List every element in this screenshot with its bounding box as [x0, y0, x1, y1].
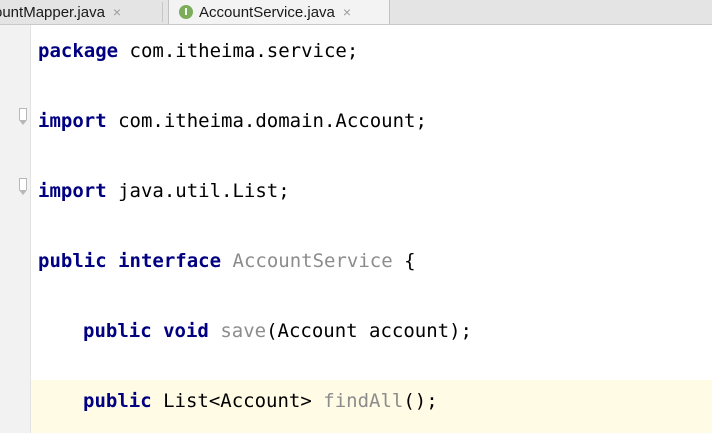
package-name: com.itheima.service; — [118, 40, 359, 62]
editor-gutter[interactable] — [0, 25, 31, 433]
code-line-package[interactable]: package com.itheima.service; — [38, 39, 358, 63]
interface-name: AccountService — [232, 250, 393, 272]
code-line-import-account[interactable]: import com.itheima.domain.Account; — [38, 109, 427, 133]
tab-label: AccountService.java — [199, 3, 335, 21]
code-line-interface-declaration[interactable]: public interface AccountService { — [38, 249, 416, 273]
method-params: (Account account); — [266, 320, 472, 342]
method-name: findAll — [323, 390, 404, 412]
keyword: public — [83, 320, 152, 342]
method-params: (); — [403, 390, 438, 412]
interface-icon: I — [179, 5, 193, 19]
keyword: public — [83, 390, 152, 412]
return-type: List<Account> — [163, 390, 312, 412]
keyword: interface — [118, 250, 222, 272]
import-path: com.itheima.domain.Account; — [106, 110, 427, 132]
tab-account-service[interactable]: I AccountService.java × — [168, 0, 390, 24]
code-line-import-list[interactable]: import java.util.List; — [38, 179, 290, 203]
keyword: import — [38, 110, 107, 132]
keyword: import — [38, 180, 107, 202]
method-name: save — [220, 320, 267, 342]
tab-label: ountMapper.java — [0, 3, 105, 21]
import-path: java.util.List; — [106, 180, 290, 202]
code-line-findall-method[interactable]: public List<Account> findAll(); — [83, 389, 438, 413]
editor-tab-bar: ountMapper.java × I AccountService.java … — [0, 0, 712, 25]
tab-divider — [162, 2, 163, 22]
keyword: void — [163, 320, 209, 342]
code-editor[interactable]: package com.itheima.service; import com.… — [31, 25, 712, 433]
open-brace: { — [392, 250, 416, 272]
fold-marker-icon[interactable] — [19, 178, 27, 195]
close-icon[interactable]: × — [113, 5, 121, 19]
keyword: package — [38, 40, 119, 62]
close-icon[interactable]: × — [343, 5, 351, 19]
editor-window: ountMapper.java × I AccountService.java … — [0, 0, 712, 433]
fold-marker-icon[interactable] — [19, 108, 27, 125]
tab-account-mapper[interactable]: ountMapper.java × — [0, 0, 160, 24]
code-line-save-method[interactable]: public void save(Account account); — [83, 319, 472, 343]
keyword: public — [38, 250, 107, 272]
